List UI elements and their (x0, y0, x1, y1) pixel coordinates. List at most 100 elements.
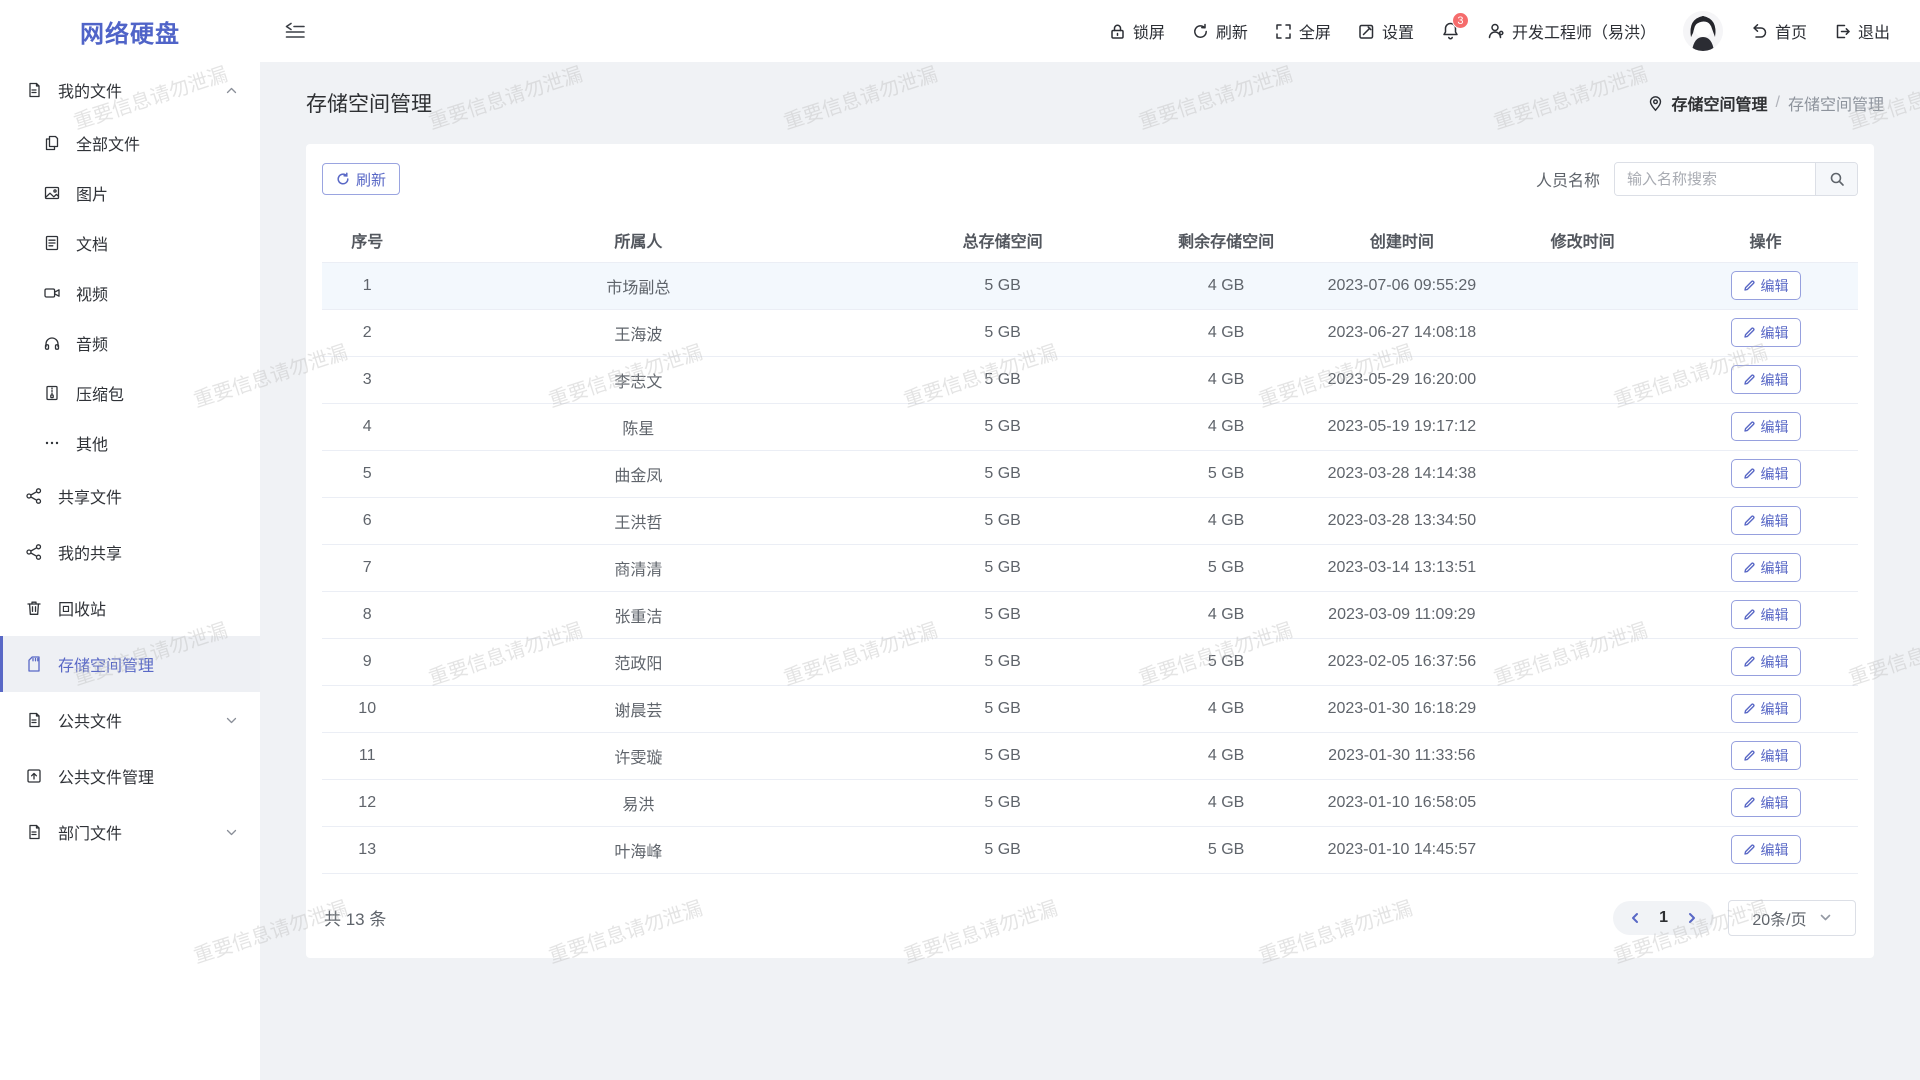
sidebar-item[interactable]: 图片 (0, 168, 260, 218)
table-cell (1492, 732, 1673, 779)
content-card: 刷新 人员名称 序号所属人总存储空间剩余存储空间 (306, 144, 1874, 958)
sidebar-item-label: 公共文件 (58, 708, 122, 732)
storage-icon (24, 654, 44, 674)
table-row: 3李志文5 GB4 GB2023-05-29 16:20:00编辑 (322, 356, 1858, 403)
table-cell: 8 (322, 591, 412, 638)
sidebar-item[interactable]: 公共文件 (0, 692, 260, 748)
sidebar-item[interactable]: 公共文件管理 (0, 748, 260, 804)
audio-icon (42, 333, 62, 353)
table-cell: 2023-01-10 14:45:57 (1311, 826, 1492, 873)
edit-button[interactable]: 编辑 (1731, 647, 1801, 676)
table-row: 10谢晨芸5 GB4 GB2023-01-30 16:18:29编辑 (322, 685, 1858, 732)
sidebar-item[interactable]: 部门文件 (0, 804, 260, 860)
operation-cell: 编辑 (1673, 262, 1858, 309)
edit-button[interactable]: 编辑 (1731, 741, 1801, 770)
sidebar-item[interactable]: 回收站 (0, 580, 260, 636)
chevron-down-icon (1819, 911, 1832, 924)
sidebar-item[interactable]: 我的文件 (0, 62, 260, 118)
table-cell: 2023-06-27 14:08:18 (1311, 309, 1492, 356)
pencil-icon (1743, 561, 1756, 574)
user-icon (1487, 22, 1505, 40)
table-cell (1492, 826, 1673, 873)
table-cell: 6 (322, 497, 412, 544)
breadcrumb-section[interactable]: 存储空间管理 (1672, 91, 1768, 115)
table-cell: 5 GB (864, 450, 1140, 497)
search-button[interactable] (1815, 163, 1857, 195)
table-cell: 2023-03-09 11:09:29 (1311, 591, 1492, 638)
user-role[interactable]: 开发工程师（易洪） (1487, 19, 1656, 43)
table-cell: 5 GB (864, 638, 1140, 685)
sidebar-item[interactable]: 压缩包 (0, 368, 260, 418)
table-row: 1市场副总5 GB4 GB2023-07-06 09:55:29编辑 (322, 262, 1858, 309)
pencil-icon (1743, 279, 1756, 292)
chevron-down-icon (225, 826, 238, 839)
notification-badge: 3 (1452, 12, 1469, 29)
edit-button[interactable]: 编辑 (1731, 694, 1801, 723)
current-page[interactable]: 1 (1659, 909, 1668, 927)
lock-screen-button[interactable]: 锁屏 (1109, 19, 1165, 43)
edit-button[interactable]: 编辑 (1731, 318, 1801, 347)
table-cell: 4 GB (1141, 262, 1312, 309)
table-cell: 5 GB (864, 779, 1140, 826)
table-cell: 市场副总 (412, 262, 864, 309)
sidebar-item-label: 部门文件 (58, 820, 122, 844)
sidebar-item[interactable]: 音频 (0, 318, 260, 368)
prev-page-button[interactable] (1627, 910, 1643, 926)
notifications-button[interactable]: 3 (1441, 21, 1460, 41)
operation-cell: 编辑 (1673, 309, 1858, 356)
table-cell: 2023-02-05 16:37:56 (1311, 638, 1492, 685)
avatar[interactable] (1683, 11, 1723, 51)
page-size-select[interactable]: 20条/页 (1728, 900, 1856, 936)
storage-table: 序号所属人总存储空间剩余存储空间创建时间修改时间操作 1市场副总5 GB4 GB… (322, 218, 1858, 874)
sidebar-item[interactable]: 存储空间管理 (0, 636, 260, 692)
edit-button[interactable]: 编辑 (1731, 459, 1801, 488)
pager: 1 (1613, 901, 1714, 935)
table-cell: 许雯璇 (412, 732, 864, 779)
table-cell: 12 (322, 779, 412, 826)
table-cell: 2023-07-06 09:55:29 (1311, 262, 1492, 309)
edit-button[interactable]: 编辑 (1731, 271, 1801, 300)
sidebar-item[interactable]: 其他 (0, 418, 260, 468)
table-cell (1492, 403, 1673, 450)
edit-button[interactable]: 编辑 (1731, 600, 1801, 629)
table-cell: 王洪哲 (412, 497, 864, 544)
edit-button[interactable]: 编辑 (1731, 365, 1801, 394)
edit-button[interactable]: 编辑 (1731, 553, 1801, 582)
refresh-table-button[interactable]: 刷新 (322, 163, 400, 195)
table-cell: 2 (322, 309, 412, 356)
search-input[interactable] (1615, 163, 1815, 195)
table-cell: 2023-05-29 16:20:00 (1311, 356, 1492, 403)
home-button[interactable]: 首页 (1750, 19, 1807, 43)
table-cell: 7 (322, 544, 412, 591)
pencil-icon (1743, 796, 1756, 809)
table-cell: 5 GB (864, 309, 1140, 356)
table-cell (1492, 450, 1673, 497)
settings-button[interactable]: 设置 (1358, 19, 1414, 43)
logout-button[interactable]: 退出 (1834, 19, 1890, 43)
edit-button[interactable]: 编辑 (1731, 788, 1801, 817)
sidebar-item[interactable]: 全部文件 (0, 118, 260, 168)
edit-button[interactable]: 编辑 (1731, 506, 1801, 535)
collapse-sidebar-icon[interactable] (284, 22, 306, 40)
chevron-up-icon (225, 84, 238, 97)
app-root: 网络硬盘 我的文件全部文件图片文档视频音频压缩包其他共享文件我的共享回收站存储空… (0, 0, 1920, 1080)
sidebar-item[interactable]: 共享文件 (0, 468, 260, 524)
refresh-page-button[interactable]: 刷新 (1192, 19, 1248, 43)
search-box (1614, 162, 1858, 196)
next-page-button[interactable] (1684, 910, 1700, 926)
sidebar-item[interactable]: 文档 (0, 218, 260, 268)
edit-button[interactable]: 编辑 (1731, 412, 1801, 441)
table-cell: 5 GB (864, 356, 1140, 403)
sidebar-item-label: 其他 (76, 431, 108, 455)
sidebar-item[interactable]: 我的共享 (0, 524, 260, 580)
sidebar-item-label: 全部文件 (76, 131, 140, 155)
pencil-icon (1743, 608, 1756, 621)
edit-button[interactable]: 编辑 (1731, 835, 1801, 864)
sidebar-item-label: 我的文件 (58, 78, 122, 102)
fullscreen-button[interactable]: 全屏 (1275, 19, 1331, 43)
table-cell: 4 GB (1141, 497, 1312, 544)
table-cell: 5 GB (864, 591, 1140, 638)
sidebar-menu: 我的文件全部文件图片文档视频音频压缩包其他共享文件我的共享回收站存储空间管理公共… (0, 62, 260, 860)
table-cell: 4 GB (1141, 591, 1312, 638)
sidebar-item[interactable]: 视频 (0, 268, 260, 318)
